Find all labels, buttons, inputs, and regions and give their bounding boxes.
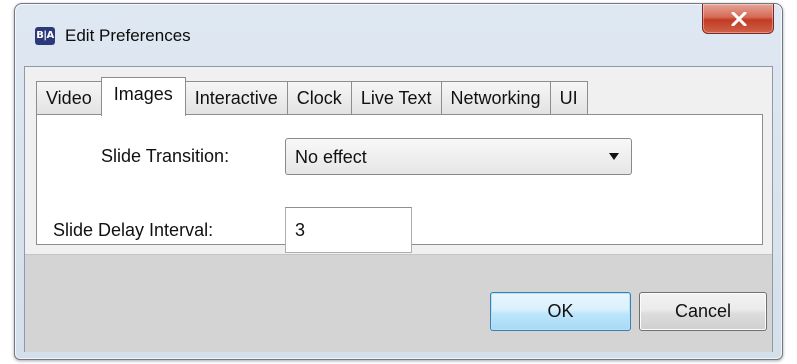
tab-networking[interactable]: Networking [440,81,551,115]
close-icon [731,12,747,26]
app-logo-icon: B|A [35,27,55,45]
window-title: Edit Preferences [65,26,191,45]
tab-strip: Video Images Interactive Clock Live Text… [36,77,588,116]
title-bar[interactable]: B|A Edit Preferences [15,4,782,66]
dialog-footer: OK Cancel [25,254,772,352]
slide-transition-dropdown[interactable]: No effect [285,138,632,175]
cancel-button[interactable]: Cancel [639,292,767,331]
slide-delay-label: Slide Delay Interval: [53,220,214,240]
ok-button[interactable]: OK [490,292,631,331]
preferences-dialog: B|A Edit Preferences Video Images Intera… [14,3,783,360]
slide-delay-input[interactable] [285,207,412,253]
tab-images[interactable]: Images [100,77,186,116]
tab-clock[interactable]: Clock [286,81,352,115]
slide-transition-label: Slide Transition: [101,146,230,166]
chevron-down-icon [609,153,619,160]
tab-live-text[interactable]: Live Text [350,81,442,115]
close-button[interactable] [702,4,774,34]
dialog-body: Video Images Interactive Clock Live Text… [24,66,773,352]
tab-interactive[interactable]: Interactive [184,81,288,115]
tab-video[interactable]: Video [36,81,102,115]
images-tab-panel: Slide Transition: No effect Slide Delay … [36,114,763,253]
tab-ui[interactable]: UI [549,81,588,115]
slide-transition-value: No effect [295,147,367,167]
